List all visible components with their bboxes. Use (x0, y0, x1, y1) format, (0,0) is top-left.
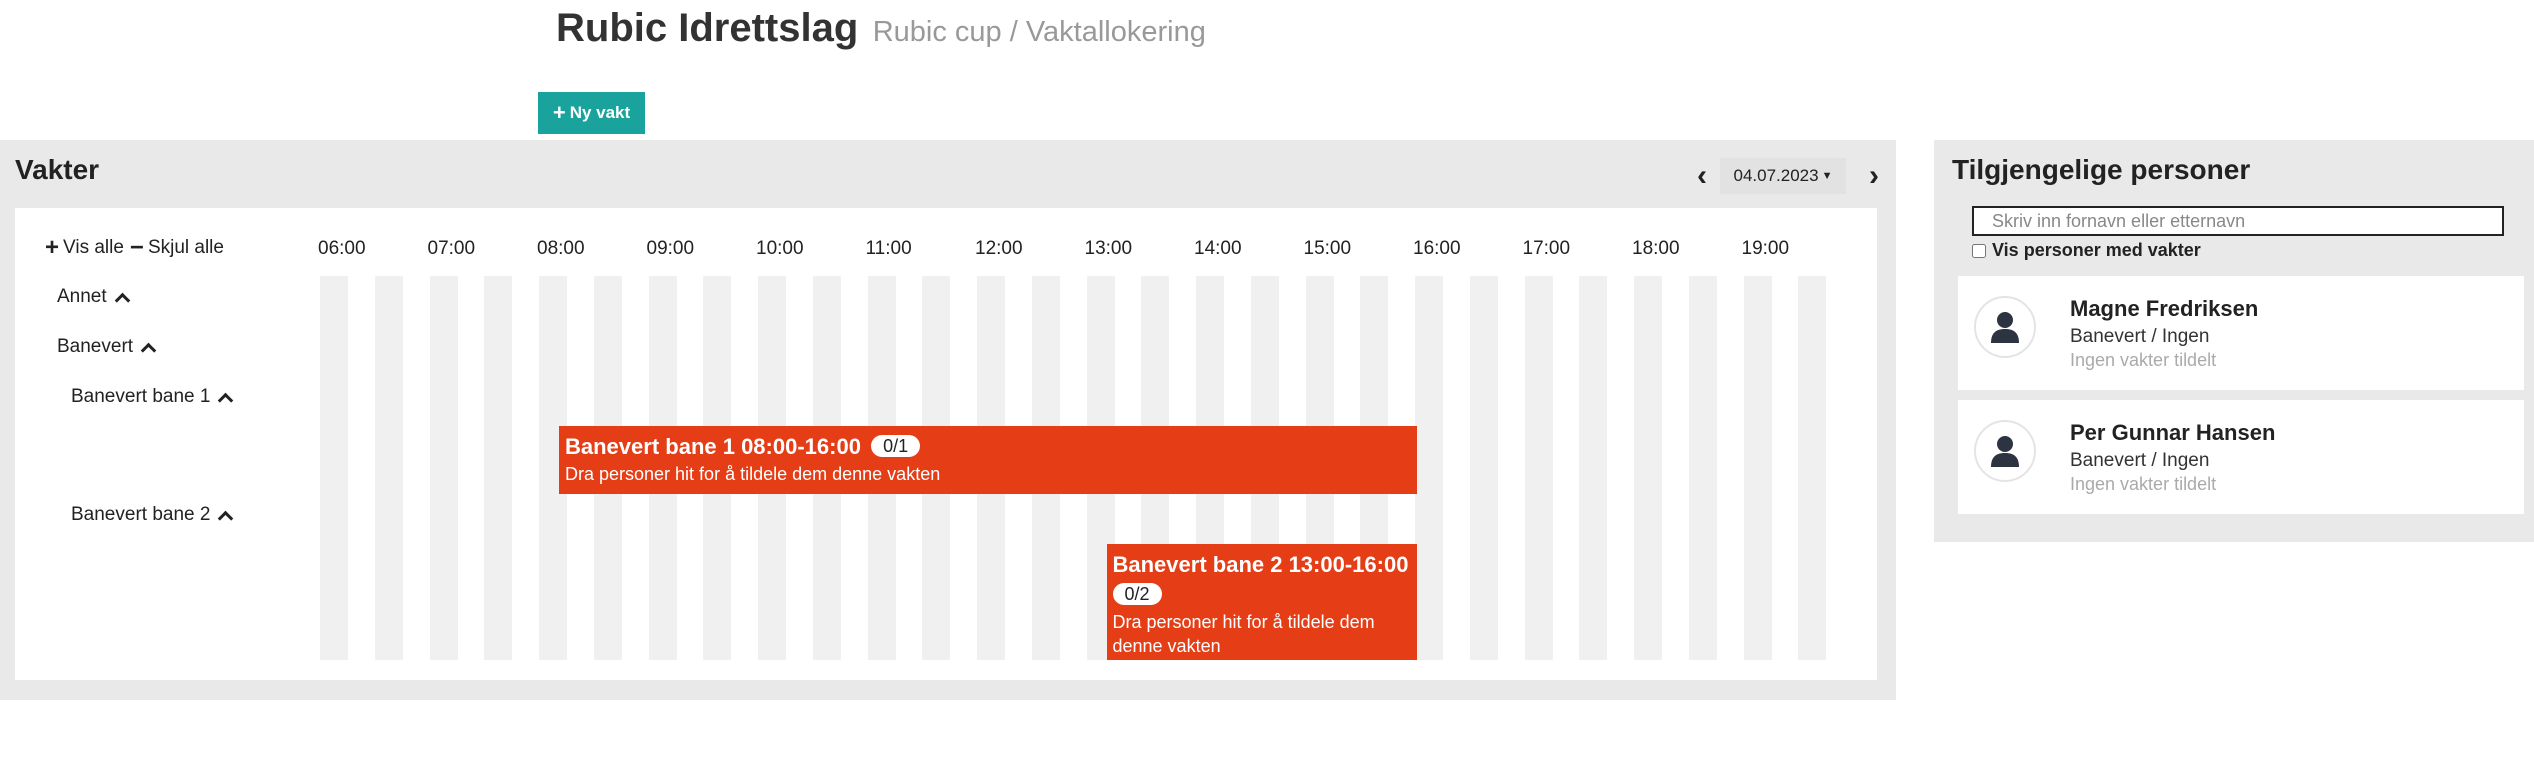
grid-stripe (374, 276, 403, 660)
shift-title: Banevert bane 1 08:00-16:00 0/1 (565, 432, 1411, 462)
shift-block[interactable]: Banevert bane 2 13:00-16:00 0/2 Dra pers… (1106, 544, 1417, 660)
person-name: Magne Fredriksen (2070, 296, 2259, 321)
show-all-label: Vis alle (63, 237, 124, 258)
show-all-button[interactable]: + Vis alle (45, 236, 124, 260)
date-picker[interactable]: 04.07.2023 ▼ (1720, 158, 1846, 194)
group-label: Annet (57, 286, 107, 307)
shift-count-badge: 0/2 (1112, 583, 1162, 605)
time-label: 15:00 (1303, 238, 1352, 259)
person-shift-status: Ingen vakter tildelt (2070, 474, 2217, 494)
show-with-shifts-checkbox[interactable] (1972, 243, 1986, 258)
group-annet[interactable]: Annet (57, 286, 130, 308)
shift-title-text: Banevert bane 1 08:00-16:00 (565, 434, 861, 459)
grid-stripe (320, 276, 348, 660)
group-label: Banevert (57, 336, 134, 357)
grid-stripe (484, 276, 513, 660)
group-banevert[interactable]: Banevert (57, 336, 157, 358)
plus-icon: + (552, 100, 566, 125)
chevron-up-icon (218, 392, 234, 408)
date-navigator: ‹ 04.07.2023 ▼ › (1690, 156, 1886, 196)
time-label: 11:00 (865, 238, 912, 259)
shift-count-badge: 0/1 (871, 435, 921, 457)
show-with-shifts-label: Vis personer med vakter (1992, 240, 2201, 260)
person-role: Banevert / Ingen (2070, 450, 2210, 471)
chevron-up-icon (114, 292, 130, 308)
show-with-shifts-toggle[interactable]: Vis personer med vakter (1972, 240, 2201, 261)
time-label: 13:00 (1084, 238, 1133, 259)
shift-description: Dra personer hit for å tildele dem denne… (565, 464, 941, 484)
shifts-panel: Vakter ‹ 04.07.2023 ▼ › 06:00 07:00 08:00 0… (0, 140, 1896, 700)
person-card[interactable]: Per Gunnar Hansen Banevert / Ingen Ingen… (1958, 400, 2524, 514)
page-header: Rubic Idrettslag Rubic cup / Vaktalloker… (556, 6, 1206, 51)
shift-title-text: Banevert bane 2 13:00-16:00 (1112, 552, 1409, 577)
time-label: 07:00 (427, 238, 476, 259)
person-search-input[interactable] (1972, 206, 2504, 236)
time-label: 17:00 (1522, 238, 1571, 259)
caret-down-icon: ▼ (1821, 170, 1833, 182)
new-shift-label: Ny vakt (569, 103, 631, 122)
grid-stripe (1634, 276, 1662, 660)
chevron-up-icon (218, 510, 234, 526)
grid-stripe (1688, 276, 1717, 660)
group-label: Banevert bane 2 (71, 504, 211, 525)
grid-stripe (1524, 276, 1553, 660)
minus-icon: − (129, 234, 144, 261)
time-label: 19:00 (1741, 238, 1790, 259)
grid-stripe (1469, 276, 1498, 660)
chevron-right-icon[interactable]: › (1862, 156, 1886, 196)
grid-stripe (1798, 276, 1827, 660)
people-panel-title: Tilgjengelige personer (1952, 154, 2251, 185)
breadcrumb: Rubic cup / Vaktallokering (872, 16, 1206, 48)
time-label: 10:00 (756, 238, 804, 259)
grid-stripe (1743, 276, 1772, 660)
group-banevert-bane-1[interactable]: Banevert bane 1 (71, 386, 234, 408)
chevron-left-icon[interactable]: ‹ (1690, 156, 1714, 196)
person-role: Banevert / Ingen (2070, 326, 2210, 347)
time-label: 18:00 (1632, 238, 1680, 259)
group-label: Banevert bane 1 (71, 386, 211, 407)
expand-collapse-controls: + Vis alle − Skjul alle (45, 236, 224, 260)
org-name: Rubic Idrettslag (556, 6, 859, 50)
grid-stripe (1415, 276, 1443, 660)
plus-icon: + (45, 234, 60, 261)
new-shift-button[interactable]: + Ny vakt (538, 92, 645, 134)
user-avatar-icon (1974, 420, 2036, 482)
chevron-up-icon (140, 342, 157, 358)
time-label: 08:00 (537, 238, 585, 259)
time-label: 06:00 (318, 238, 366, 259)
time-label: 09:00 (646, 238, 695, 259)
group-banevert-bane-2[interactable]: Banevert bane 2 (71, 504, 234, 526)
grid-stripe (429, 276, 458, 660)
person-name: Per Gunnar Hansen (2070, 420, 2276, 445)
people-panel: Tilgjengelige personer Vis personer med … (1934, 140, 2534, 542)
time-label: 12:00 (975, 238, 1023, 259)
grid-stripe (1579, 276, 1608, 660)
group-tree: + Vis alle − Skjul alle Annet Banevert B… (15, 208, 315, 680)
date-value: 04.07.2023 (1733, 166, 1819, 185)
person-shift-status: Ingen vakter tildelt (2070, 350, 2217, 370)
shift-title: Banevert bane 2 13:00-16:00 0/2 (1112, 550, 1412, 610)
hide-all-button[interactable]: − Skjul alle (130, 236, 224, 260)
timeline-area: 06:00 07:00 08:00 09:00 10:00 11:00 12:00 13:00… (15, 208, 1877, 680)
person-card[interactable]: Magne Fredriksen Banevert / Ingen Ingen … (1958, 276, 2524, 390)
shift-block[interactable]: Banevert bane 1 08:00-16:00 0/1 Dra pers… (559, 426, 1417, 494)
time-label: 14:00 (1194, 238, 1242, 259)
user-avatar-icon (1974, 296, 2036, 358)
time-label: 16:00 (1413, 238, 1461, 259)
shifts-panel-title: Vakter (15, 154, 100, 185)
shift-description: Dra personer hit for å tildele dem denne… (1112, 612, 1375, 656)
hide-all-label: Skjul alle (147, 237, 224, 258)
